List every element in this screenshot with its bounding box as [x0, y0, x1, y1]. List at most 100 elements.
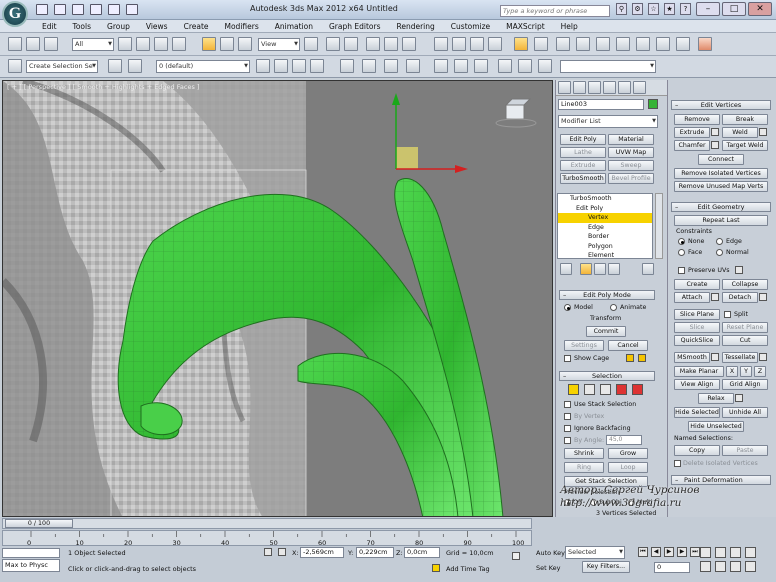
extrude-vertex-button[interactable]: Extrude — [674, 127, 710, 138]
bevel-profile-button[interactable]: Bevel Profile — [608, 173, 654, 184]
undo-icon[interactable] — [8, 37, 22, 51]
render-settings-icon[interactable] — [340, 59, 354, 73]
curve-editor-icon[interactable] — [514, 37, 528, 51]
close-button[interactable]: ✕ — [748, 2, 772, 16]
teapot-render-icon[interactable] — [434, 59, 448, 73]
planar-y-button[interactable]: Y — [740, 366, 752, 377]
make-unique-icon[interactable] — [594, 263, 606, 275]
schematic-view-icon[interactable] — [556, 37, 570, 51]
help-icon[interactable]: ? — [680, 3, 691, 15]
move-icon[interactable] — [202, 37, 216, 51]
relax-settings-icon[interactable] — [735, 394, 743, 402]
hierarchy-tab-icon[interactable] — [588, 81, 601, 94]
edge-mode-icon[interactable] — [584, 384, 595, 395]
pan-icon[interactable] — [715, 561, 726, 572]
select-by-name-icon[interactable] — [136, 37, 150, 51]
render-frame-icon[interactable] — [362, 59, 376, 73]
hide-unselected-button[interactable]: Hide Unselected — [688, 421, 744, 432]
vertex-mode-icon[interactable] — [568, 384, 579, 395]
view-align-button[interactable]: View Align — [674, 379, 720, 390]
subscription-icon[interactable]: ⚙ — [632, 3, 643, 15]
cage-color-swatch[interactable] — [626, 354, 634, 362]
quickslice-button[interactable]: QuickSlice — [674, 335, 720, 346]
make-planar-button[interactable]: Make Planar — [674, 366, 724, 377]
named-selection-sets-dropdown[interactable]: Create Selection Se — [26, 60, 98, 73]
link-icon[interactable] — [26, 37, 40, 51]
render-setup-icon[interactable] — [596, 37, 610, 51]
commit-button[interactable]: Commit — [586, 326, 626, 337]
menu-views[interactable]: Views — [138, 20, 176, 32]
key-filters-button[interactable]: Key Filters... — [582, 561, 630, 573]
x-coordinate-field[interactable]: -2,569cm — [300, 547, 344, 558]
material-button[interactable]: Material — [608, 134, 654, 145]
set-current-layer-icon[interactable] — [310, 59, 324, 73]
align-icon[interactable] — [384, 37, 398, 51]
perspective-viewport[interactable]: [ + ] [ Perspective ] [ Smooth + Highlig… — [2, 80, 553, 517]
copy-button[interactable]: Copy — [674, 445, 720, 456]
bone-edit-icon[interactable] — [518, 59, 532, 73]
relax-button[interactable]: Relax — [698, 393, 734, 404]
use-stack-selection-checkbox[interactable] — [564, 401, 571, 408]
extrude-button[interactable]: Extrude — [560, 160, 606, 171]
sweep-button[interactable]: Sweep — [608, 160, 654, 171]
border-mode-icon[interactable] — [600, 384, 611, 395]
next-frame-icon[interactable]: ▶ — [677, 547, 687, 557]
reset-plane-button[interactable]: Reset Plane — [722, 322, 768, 333]
field-of-view-icon[interactable] — [700, 561, 711, 572]
snaps-toggle-icon[interactable] — [434, 37, 448, 51]
lock-selection-icon[interactable] — [264, 548, 272, 556]
time-slider[interactable]: 0 / 100 — [2, 518, 532, 529]
new-file-icon[interactable] — [36, 4, 48, 15]
menu-animation[interactable]: Animation — [267, 20, 321, 32]
go-to-end-icon[interactable]: ⏭ — [690, 547, 700, 557]
configure-sets-icon[interactable] — [642, 263, 654, 275]
cage-selected-color-swatch[interactable] — [638, 354, 646, 362]
rendered-frame-icon[interactable] — [616, 37, 630, 51]
edit-poly-button[interactable]: Edit Poly — [560, 134, 606, 145]
y-coordinate-field[interactable]: 0,229cm — [356, 547, 394, 558]
attach-button[interactable]: Attach — [674, 292, 710, 303]
favorites-icon[interactable]: ★ — [664, 3, 675, 15]
paste-button[interactable]: Paste — [722, 445, 768, 456]
save-file-icon[interactable] — [72, 4, 84, 15]
previous-frame-icon[interactable]: ◀ — [651, 547, 661, 557]
uvw-map-button[interactable]: UVW Map — [608, 147, 654, 158]
timeline-track[interactable]: 0 10 20 30 40 50 60 70 80 90 100 — [2, 530, 532, 547]
extrude-settings-icon[interactable] — [711, 128, 719, 136]
msmooth-settings-icon[interactable] — [711, 353, 719, 361]
chamfer-button[interactable]: Chamfer — [674, 140, 710, 151]
menu-modifiers[interactable]: Modifiers — [217, 20, 267, 32]
cut-button[interactable]: Cut — [722, 335, 768, 346]
edit-vertices-rollout[interactable]: Edit Vertices — [671, 100, 771, 110]
element-mode-icon[interactable] — [632, 384, 643, 395]
chamfer-settings-icon[interactable] — [711, 141, 719, 149]
play-icon[interactable]: ▶ — [664, 547, 674, 557]
zoom-extents-all-icon[interactable] — [745, 547, 756, 558]
xy-constraint-icon[interactable] — [534, 37, 548, 51]
grow-button[interactable]: Grow — [608, 448, 648, 459]
time-slider-thumb[interactable]: 0 / 100 — [5, 519, 73, 528]
unlink-icon[interactable] — [44, 37, 58, 51]
weld-settings-icon[interactable] — [759, 128, 767, 136]
window-crossing-icon[interactable] — [172, 37, 186, 51]
modifier-stack[interactable]: TurboSmooth Edit Poly Vertex Edge Border… — [557, 193, 653, 259]
render-production-icon[interactable] — [698, 37, 712, 51]
stack-item-polygon[interactable]: Polygon — [558, 242, 652, 252]
tessellate-settings-icon[interactable] — [759, 353, 767, 361]
select-layer-icon[interactable] — [292, 59, 306, 73]
pin-stack-icon[interactable] — [560, 263, 572, 275]
select-object-icon[interactable] — [118, 37, 132, 51]
teapot-iterative-icon[interactable] — [454, 59, 468, 73]
ring-button[interactable]: Ring — [564, 462, 604, 473]
search-input[interactable]: Type a keyword or phrase — [500, 5, 610, 17]
menu-rendering[interactable]: Rendering — [388, 20, 442, 32]
show-cage-checkbox[interactable] — [564, 355, 571, 362]
turbosmooth-button[interactable]: TurboSmooth — [560, 173, 606, 184]
keyboard-shortcut-icon[interactable] — [344, 37, 358, 51]
motion-tab-icon[interactable] — [603, 81, 616, 94]
render-icon[interactable] — [636, 37, 650, 51]
msmooth-button[interactable]: MSmooth — [674, 352, 710, 363]
stack-item-turbosmooth[interactable]: TurboSmooth — [558, 194, 652, 204]
stack-scrollbar[interactable] — [655, 193, 663, 259]
object-name-field[interactable]: Line003 — [558, 99, 644, 110]
